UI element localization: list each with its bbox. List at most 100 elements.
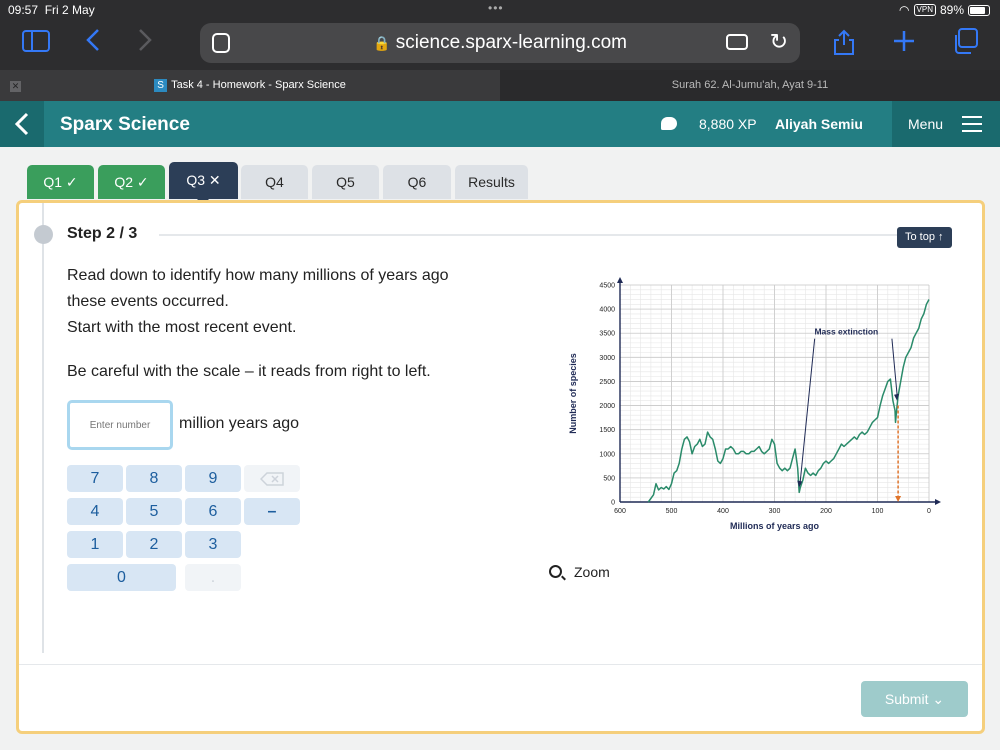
x-tick-label: 300 xyxy=(769,508,781,515)
y-axis-arrow xyxy=(617,277,623,283)
tab-title: Task 4 - Homework - Sparx Science xyxy=(171,79,346,91)
sidebar-icon[interactable] xyxy=(22,28,50,58)
x-tick-label: 600 xyxy=(614,508,626,515)
x-tick-label: 0 xyxy=(927,508,931,515)
answer-input[interactable] xyxy=(67,400,173,450)
url-text[interactable]: 🔒 science.sparx-learning.com xyxy=(200,32,800,54)
x-tick-label: 200 xyxy=(820,508,832,515)
share-icon[interactable] xyxy=(832,28,856,62)
user-name[interactable]: Aliyah Semiu xyxy=(775,116,863,132)
y-axis-label: Number of species xyxy=(568,353,578,434)
instruction-line: Read down to identify how many millions … xyxy=(67,267,449,284)
y-tick-label: 4000 xyxy=(599,307,615,314)
to-top-button[interactable]: To top ↑ xyxy=(897,227,952,248)
key-7[interactable]: 7 xyxy=(67,465,123,492)
tab-q6[interactable]: Q6 xyxy=(383,165,451,199)
multitask-dots-icon[interactable]: ••• xyxy=(488,1,504,15)
arrow-up-icon: ↑ xyxy=(938,231,944,243)
key-8[interactable]: 8 xyxy=(126,465,182,492)
submit-button[interactable]: Submit ⌄ xyxy=(861,681,968,717)
key-4[interactable]: 4 xyxy=(67,498,123,525)
backspace-icon xyxy=(259,472,284,486)
brand-title: Sparx Science xyxy=(60,114,190,135)
x-tick-label: 100 xyxy=(872,508,884,515)
new-tab-icon[interactable] xyxy=(893,28,915,58)
tab-q5[interactable]: Q5 xyxy=(312,165,379,199)
back-button[interactable] xyxy=(0,101,44,147)
status-time: 09:57 Fri 2 May xyxy=(8,3,95,17)
key-minus[interactable]: – xyxy=(244,498,300,525)
chat-icon[interactable] xyxy=(661,117,677,130)
tab-q2[interactable]: Q2 ✓ xyxy=(98,165,165,199)
y-tick-label: 2000 xyxy=(599,403,615,410)
annotation-label: Mass extinction xyxy=(814,327,878,337)
tab-results[interactable]: Results xyxy=(455,165,528,199)
y-tick-label: 1500 xyxy=(599,427,615,434)
hamburger-icon xyxy=(962,116,982,132)
key-decimal[interactable]: . xyxy=(185,564,241,591)
close-tab-icon[interactable]: ✕ xyxy=(10,81,21,92)
forward-icon[interactable] xyxy=(138,28,152,58)
step-divider xyxy=(159,234,899,236)
instruction-line: Start with the most recent event. xyxy=(67,319,297,336)
check-icon: ✓ xyxy=(136,174,149,190)
y-tick-label: 500 xyxy=(603,475,615,482)
species-chart-svg: 600 500 400 300 200 100 0050010001500200025003… xyxy=(568,277,941,531)
y-tick-label: 3500 xyxy=(599,331,615,338)
y-tick-label: 4500 xyxy=(599,283,615,290)
browser-tab-sparx[interactable]: ✕ S Task 4 - Homework - Sparx Science xyxy=(0,70,500,101)
browser-toolbar: 🔒 science.sparx-learning.com ↻ xyxy=(0,20,1000,70)
footer-divider xyxy=(19,664,982,665)
y-tick-label: 0 xyxy=(611,500,615,507)
lock-icon: 🔒 xyxy=(373,35,391,51)
menu-label: Menu xyxy=(908,116,944,132)
battery-level: 89% xyxy=(939,3,964,17)
sparx-favicon-icon: S xyxy=(154,78,168,92)
species-chart[interactable]: 600 500 400 300 200 100 0 0 500 1000 1500 2000 2500 3… xyxy=(567,273,959,538)
zoom-label: Zoom xyxy=(574,564,610,580)
y-tick-label: 2500 xyxy=(599,379,615,386)
marker-arrow xyxy=(895,496,902,502)
x-axis-label: Millions of years ago xyxy=(730,521,820,531)
app-header: Sparx Science 8,880 XP Aliyah Semiu Menu xyxy=(0,101,1000,147)
tab-q3[interactable]: Q3 ✕ xyxy=(169,162,238,199)
x-tick-label: 500 xyxy=(666,508,678,515)
step-title: Step 2 / 3 xyxy=(67,225,138,242)
xp-counter: 8,880 XP xyxy=(699,116,757,132)
tab-q4[interactable]: Q4 xyxy=(241,165,308,199)
status-right: ◠ VPN 89% xyxy=(899,3,990,17)
instruction-warning: Be careful with the scale – it reads fro… xyxy=(67,363,431,380)
tabs-overview-icon[interactable] xyxy=(952,28,978,60)
backspace-key[interactable] xyxy=(244,465,300,492)
check-icon: ✓ xyxy=(65,174,78,190)
key-9[interactable]: 9 xyxy=(185,465,241,492)
menu-button[interactable]: Menu xyxy=(892,101,1000,147)
reload-icon[interactable]: ↻ xyxy=(770,29,788,55)
x-axis-arrow xyxy=(935,499,941,505)
chevron-down-icon: ⌄ xyxy=(932,691,945,707)
key-0[interactable]: 0 xyxy=(67,564,176,591)
question-card: Step 2 / 3 To top ↑ Read down to identif… xyxy=(16,200,985,734)
browser-tab-surah[interactable]: Surah 62. Al-Jumu'ah, Ayat 9-11 xyxy=(500,70,1000,101)
zoom-icon xyxy=(549,565,562,578)
key-1[interactable]: 1 xyxy=(67,531,123,558)
wifi-icon: ◠ xyxy=(899,3,910,17)
browser-tabs: ✕ S Task 4 - Homework - Sparx Science Sur… xyxy=(0,70,1000,101)
key-6[interactable]: 6 xyxy=(185,498,241,525)
key-5[interactable]: 5 xyxy=(126,498,182,525)
x-tick-label: 400 xyxy=(717,508,729,515)
zoom-button[interactable]: Zoom xyxy=(549,564,610,580)
key-2[interactable]: 2 xyxy=(126,531,182,558)
cross-icon: ✕ xyxy=(208,172,221,188)
y-tick-label: 1000 xyxy=(599,451,615,458)
address-bar[interactable]: 🔒 science.sparx-learning.com ↻ xyxy=(200,23,800,63)
tab-q1[interactable]: Q1 ✓ xyxy=(27,165,94,199)
unit-label: million years ago xyxy=(179,415,300,432)
back-icon[interactable] xyxy=(86,28,100,58)
step-dot xyxy=(34,225,53,244)
key-3[interactable]: 3 xyxy=(185,531,241,558)
extension-icon[interactable] xyxy=(726,34,748,50)
y-tick-label: 3000 xyxy=(599,355,615,362)
vpn-badge: VPN xyxy=(913,4,936,16)
instruction-line: these events occurred. xyxy=(67,293,229,310)
